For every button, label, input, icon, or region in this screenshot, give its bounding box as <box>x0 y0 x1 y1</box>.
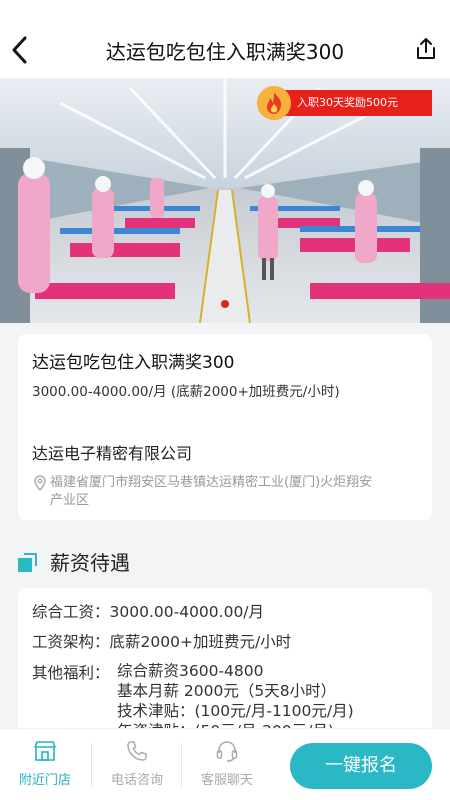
address-text: 福建省厦门市翔安区马巷镇达运精密工业(厦门)火炬翔安产业区 <box>50 475 373 508</box>
chevron-left-icon[interactable] <box>6 32 34 68</box>
benefit-item: 综合薪资3600-4800 <box>117 662 264 680</box>
tab-customer-chat[interactable]: 客服聊天 <box>182 729 272 800</box>
bottom-action-bar: 附近门店 电话咨询 客服聊天 一键报名 <box>0 728 450 800</box>
flame-icon <box>257 86 291 120</box>
phone-icon <box>127 741 147 761</box>
pay-structure-row: 工资架构：底薪2000+加班费元/小时 <box>32 633 292 651</box>
tab-phone-consult[interactable]: 电话咨询 <box>92 729 182 800</box>
company-name[interactable]: 达运电子精密有限公司 <box>32 440 192 464</box>
company-address[interactable]: 福建省厦门市翔安区马巷镇达运精密工业(厦门)火炬翔安产业区 <box>32 474 382 510</box>
location-pin-icon <box>34 475 46 492</box>
section-header: 薪资待遇 <box>18 545 318 575</box>
reward-badge: 入职30天奖励500元 <box>257 86 432 120</box>
tab-nearby-stores[interactable]: 附近门店 <box>0 729 90 800</box>
section-square-icon <box>18 553 37 572</box>
benefit-item: 基本月薪 2000元（5天8小时） <box>117 682 337 700</box>
job-title: 达运包吃包住入职满奖300 <box>32 353 235 373</box>
apply-button[interactable]: 一键报名 <box>290 743 432 789</box>
store-icon <box>34 741 56 761</box>
section-title: 薪资待遇 <box>50 551 130 575</box>
carousel-indicator[interactable] <box>221 300 229 308</box>
total-pay-row: 综合工资：3000.00-4000.00/月 <box>32 603 265 621</box>
headset-icon <box>216 741 238 762</box>
tab-label: 客服聊天 <box>200 773 253 788</box>
reward-badge-text: 入职30天奖励500元 <box>279 90 432 116</box>
tab-label: 附近门店 <box>18 773 71 788</box>
benefit-item: 技术津贴：(100元/月-1100元/月) <box>117 702 354 720</box>
top-nav: 达运包吃包住入职满奖300 <box>0 0 450 78</box>
benefits-label: 其他福利： <box>32 664 110 682</box>
page-title: 达运包吃包住入职满奖300 <box>105 40 345 64</box>
pay-details-card: 综合工资：3000.00-4000.00/月 工资架构：底薪2000+加班费元/… <box>18 588 432 748</box>
job-summary-card: 达运包吃包住入职满奖300 3000.00-4000.00/月 (底薪2000+… <box>18 334 432 520</box>
share-icon[interactable] <box>414 36 438 62</box>
tab-label: 电话咨询 <box>110 773 163 788</box>
salary-range: 3000.00-4000.00/月 (底薪2000+加班费元/小时) <box>32 384 340 400</box>
